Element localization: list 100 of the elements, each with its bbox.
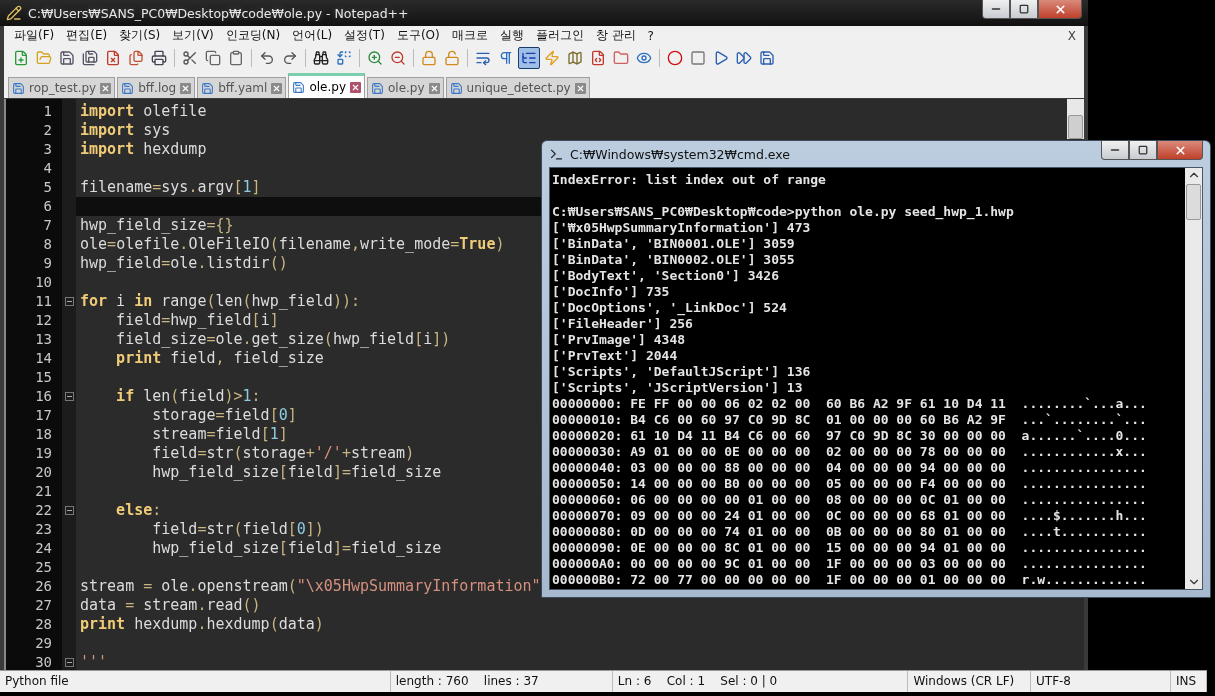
console-line: 00000070: 09 00 00 00 24 01 00 00 0C 00 00 00 68 01 00 00 ....$.......h... xyxy=(552,508,1148,524)
menu-item[interactable]: 편집(E) xyxy=(60,27,114,44)
status-text: Python file xyxy=(0,671,391,692)
lock-icon xyxy=(421,50,437,66)
menu-item[interactable]: 파일(F) xyxy=(8,27,61,44)
maximize-icon xyxy=(1019,4,1029,14)
line-number: 21 xyxy=(34,482,53,501)
indent-guide-icon xyxy=(521,50,537,66)
console-line: ['₩x05HwpSummaryInformation'] 473 xyxy=(552,220,812,236)
close-button[interactable] xyxy=(1038,0,1082,19)
window-title: C:₩Windows₩system32₩cmd.exe xyxy=(570,146,792,162)
maximize-button[interactable] xyxy=(1010,0,1038,19)
close-icon xyxy=(351,82,360,92)
menu-item[interactable]: 플러그인 xyxy=(529,27,590,44)
tab-close-button[interactable] xyxy=(180,82,192,94)
menu-item[interactable]: 창 관리 xyxy=(589,27,642,44)
menu-item[interactable]: 언어(L) xyxy=(286,27,339,44)
status-text: length : 760 lines : 37 xyxy=(390,671,613,692)
line-number: 7 xyxy=(42,216,53,235)
console-line: C:₩Users₩SANS_PC0₩Desktop₩code>python ole.py seed_hwp_1.hwp xyxy=(552,204,1015,220)
toolbar-button[interactable] xyxy=(518,47,540,69)
tab-close-button[interactable] xyxy=(574,82,586,94)
copy-icon xyxy=(205,50,221,66)
menu-item[interactable]: 설정(T) xyxy=(338,27,391,44)
terminal-icon xyxy=(549,146,564,162)
console-line: 00000020: 61 10 D4 11 B4 C6 00 60 97 C0 9D 8C 30 00 00 00 a......`....0... xyxy=(552,428,1148,444)
console-line: ['BinData', 'BIN0001.OLE'] 3059 xyxy=(552,236,796,252)
fold-toggle-icon[interactable] xyxy=(64,297,74,306)
scrollbar-thumb[interactable] xyxy=(1186,184,1201,220)
binoculars-icon xyxy=(313,50,329,66)
line-number: 30 xyxy=(34,653,53,670)
line-number: 16 xyxy=(34,387,53,406)
close-document-button[interactable]: X xyxy=(1067,28,1080,43)
menu-item[interactable]: 도구(O) xyxy=(390,27,446,44)
fold-toggle-icon[interactable] xyxy=(64,392,74,401)
minimize-button[interactable] xyxy=(1101,141,1129,160)
file-tab[interactable]: bff.yaml xyxy=(197,77,287,98)
console-line: 00000000: FE FF 00 00 06 02 02 00 60 B6 A2 9F 61 10 D4 11 ........`...a... xyxy=(552,396,1148,412)
console-line: 00000050: 14 00 00 00 B0 00 00 00 05 00 00 00 F4 00 00 00 ................ xyxy=(552,476,1148,492)
line-number: 12 xyxy=(34,311,53,330)
scrollbar[interactable] xyxy=(1067,99,1084,139)
fold-toggle-icon[interactable] xyxy=(64,506,74,515)
code-line: hwp_field_size[field]=field_size xyxy=(151,463,442,482)
console-line: 00000060: 06 00 00 00 00 01 00 00 08 00 00 00 0C 01 00 00 ................ xyxy=(552,492,1148,508)
code-line: for i in range(len(hwp_field)): xyxy=(79,292,360,311)
file-tab[interactable]: rop_test.py xyxy=(8,77,116,98)
console-line: 00000010: B4 C6 00 60 97 C0 9D 8C 01 00 00 00 60 B6 A2 9F ...`........`... xyxy=(552,412,1148,428)
code-line: else: xyxy=(115,501,162,520)
menu-item[interactable]: 보기(V) xyxy=(166,27,220,44)
status-text: Windows (CR LF) xyxy=(908,671,1031,692)
menu-item[interactable]: 매크로 xyxy=(445,27,494,44)
wrap-text-icon xyxy=(475,50,491,66)
menu-item[interactable]: 인코딩(N) xyxy=(219,27,287,44)
file-tab[interactable]: bff.log xyxy=(117,77,196,98)
line-number: 17 xyxy=(34,406,53,425)
code-line: filename=sys.argv[1] xyxy=(79,178,261,197)
line-number: 23 xyxy=(34,520,53,539)
maximize-button[interactable] xyxy=(1129,141,1157,160)
tab-close-button[interactable] xyxy=(428,82,440,94)
code-line: stream=field[1] xyxy=(151,425,288,444)
line-number: 15 xyxy=(34,368,53,387)
close-button[interactable] xyxy=(1157,141,1203,160)
file-tab[interactable]: ole.py xyxy=(367,77,444,98)
close-icon xyxy=(101,83,111,93)
code-line: data = stream.read() xyxy=(79,596,261,615)
line-number: 11 xyxy=(34,292,53,311)
line-number: 27 xyxy=(34,596,53,615)
file-tab[interactable]: unique_detect.py xyxy=(445,77,590,98)
console-line: 00000090: 0E 00 00 00 8C 01 00 00 15 00 00 00 94 01 00 00 ................ xyxy=(552,540,1148,556)
console-line: ['DocOptions', '_LinkDoc'] 524 xyxy=(552,300,788,316)
scrollbar-thumb[interactable] xyxy=(1068,115,1083,139)
zoom-in-icon xyxy=(367,50,383,66)
line-number: 5 xyxy=(42,178,53,197)
eye-icon xyxy=(636,50,652,66)
file-tab[interactable]: ole.py xyxy=(288,73,365,98)
zoom-out-icon xyxy=(390,50,406,66)
tab-close-button[interactable] xyxy=(271,82,283,94)
console-line: 00000040: 03 00 00 00 88 00 00 00 04 00 00 00 94 00 00 00 ................ xyxy=(552,460,1148,476)
scrollbar[interactable] xyxy=(1185,168,1202,589)
fold-toggle-icon[interactable] xyxy=(64,658,74,667)
code-line: hwp_field_size={} xyxy=(79,216,234,235)
menu-item[interactable]: 찾기(S) xyxy=(113,27,167,44)
files-icon xyxy=(128,50,144,66)
line-number: 14 xyxy=(34,349,53,368)
folder-icon xyxy=(36,50,52,66)
code-line: hwp_field=ole.listdir() xyxy=(79,254,288,273)
menu-item[interactable]: ? xyxy=(641,28,660,43)
code-line: print field, field_size xyxy=(115,349,324,368)
console-line: 00000030: A9 01 00 00 0E 00 00 00 02 00 00 00 78 00 00 00 ............x... xyxy=(552,444,1148,460)
minimize-button[interactable] xyxy=(982,0,1010,19)
tab-close-button[interactable] xyxy=(350,81,361,93)
unlocked-lock-icon xyxy=(444,50,460,66)
line-number: 3 xyxy=(42,140,53,159)
record-icon xyxy=(667,50,683,66)
code-line: import hexdump xyxy=(79,140,207,159)
undo-icon xyxy=(259,50,275,66)
code-line: field=str(storage+'/'+stream) xyxy=(151,444,415,463)
menu-item[interactable]: 실행 xyxy=(493,27,530,44)
folder-icon xyxy=(613,50,629,66)
tab-close-button[interactable] xyxy=(100,82,112,94)
